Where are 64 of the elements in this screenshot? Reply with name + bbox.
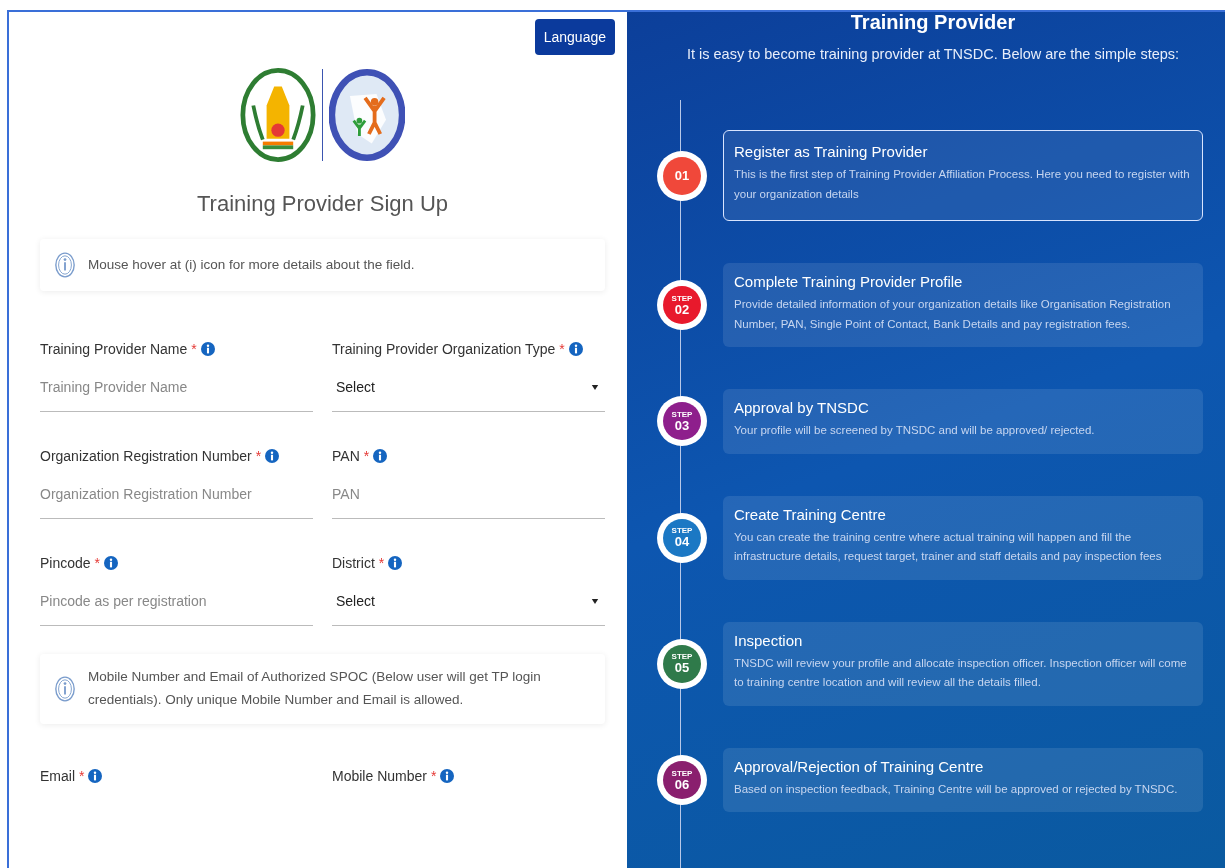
info-icon[interactable] [568, 342, 583, 356]
step-badge: STEP 03 [663, 402, 701, 441]
info-icon[interactable] [373, 449, 388, 463]
step-badge: STEP 02 [663, 286, 701, 325]
required-mark: * [255, 448, 262, 464]
info-icon[interactable] [388, 556, 403, 570]
required-mark: * [79, 767, 85, 784]
field-label: Pincode [40, 555, 91, 571]
info-icon[interactable] [104, 556, 119, 570]
field-label: Organization Registration Number [40, 448, 252, 464]
info-icon[interactable] [88, 768, 103, 783]
input-field[interactable]: Pincode as per registration [40, 571, 313, 626]
step-description: This is the first step of Training Provider Affiliation Process. Here you need to register with your organization details [734, 167, 1191, 202]
required-mark: * [378, 555, 385, 571]
caret-icon [591, 383, 599, 391]
field-label: PAN [332, 448, 360, 464]
info-icon[interactable] [200, 342, 215, 356]
field-label: Mobile Number [332, 767, 427, 784]
step-badge: STEP 06 [663, 761, 701, 800]
language-button[interactable]: Language [534, 19, 615, 55]
step-description: Provide detailed information of your organization details like Organisation Registration Number, PAN, Single Point of Contact, Bank Details and pay registration fees. [734, 297, 1172, 332]
info-icon [54, 251, 76, 279]
required-mark: * [94, 555, 101, 571]
step-badge: 01 [663, 156, 701, 195]
step-badge: STEP 04 [663, 518, 701, 557]
step-description: Based on inspection feedback, Training Centre will be approved or rejected by TNSDC. [734, 781, 1179, 797]
step-card[interactable]: Register as Training Provider This is the first step of Training Provider Affiliation Process. Here you need to register with your organization details [723, 130, 1203, 222]
step-title: Complete Training Provider Profile [734, 273, 964, 291]
step-card[interactable] [723, 263, 1203, 348]
form-title: Training Provider Sign Up [195, 191, 450, 217]
field-label: Training Provider Name [40, 341, 188, 357]
input-field[interactable]: PAN [332, 464, 605, 519]
input-field[interactable]: Organization Registration Number [40, 464, 313, 519]
required-mark: * [363, 448, 370, 464]
info-icon[interactable] [440, 768, 455, 783]
info-icon [54, 674, 76, 703]
step-card[interactable]: Create Training Centre You can create the training centre where actual training will happen and fill the infrastructure details, request target, trainer and staff details and pay inspection fees [723, 495, 1203, 580]
field-label: District [332, 555, 375, 571]
step-card[interactable]: Inspection TNSDC will review your profile and allocate inspection officer. Inspection officer will come to training centre location and will review all the details filled. [723, 621, 1203, 706]
info-icon[interactable] [265, 449, 280, 463]
input-field[interactable]: Training Provider Name [40, 357, 313, 412]
step-description: Your profile will be screened by TNSDC and will be approved/ rejected. [734, 423, 1096, 439]
step-title: Approval by TNSDC [734, 399, 870, 417]
select-field[interactable]: Select [332, 357, 605, 412]
field-label: Email [40, 767, 75, 784]
note-text: Mobile Number and Email of Authorized SPOC (Below user will get TP login credentials). Only unique Mobile Number and Email is allowed. [88, 668, 542, 709]
step-title: Inspection [734, 631, 804, 649]
step-badge: STEP 05 [663, 644, 701, 683]
step-card[interactable]: Approval/Rejection of Training Centre Based on inspection feedback, Training Centre will be approved or rejected by TNSDC. [723, 747, 1203, 813]
select-field[interactable]: Select [332, 571, 605, 626]
caret-icon [591, 597, 599, 605]
step-description: TNSDC will review your profile and allocate inspection officer. Inspection officer will come to training centre location and will review all the details filled. [734, 655, 1188, 691]
panel-subtitle: It is easy to become training provider at TNSDC. Below are the simple steps: [685, 46, 1181, 62]
field-label: Training Provider Organization Type [332, 341, 556, 357]
required-mark: * [559, 341, 565, 357]
step-description: You can create the training centre where actual training will happen and fill the infrastructure details, request target, trainer and staff details and pay inspection fees [734, 529, 1163, 565]
step-title: Approval/Rejection of Training Centre [734, 757, 985, 775]
panel-title: Training Provider [849, 11, 1017, 34]
step-card[interactable]: Approval by TNSDC Your profile will be screened by TNSDC and will be approved/ rejected. [723, 389, 1203, 454]
note-text: Mouse hover at (i) icon for more details about the field. [88, 255, 415, 274]
required-mark: * [430, 767, 437, 784]
step-title: Register as Training Provider [734, 143, 929, 160]
step-title: Create Training Centre [734, 505, 887, 523]
required-mark: * [191, 341, 197, 357]
